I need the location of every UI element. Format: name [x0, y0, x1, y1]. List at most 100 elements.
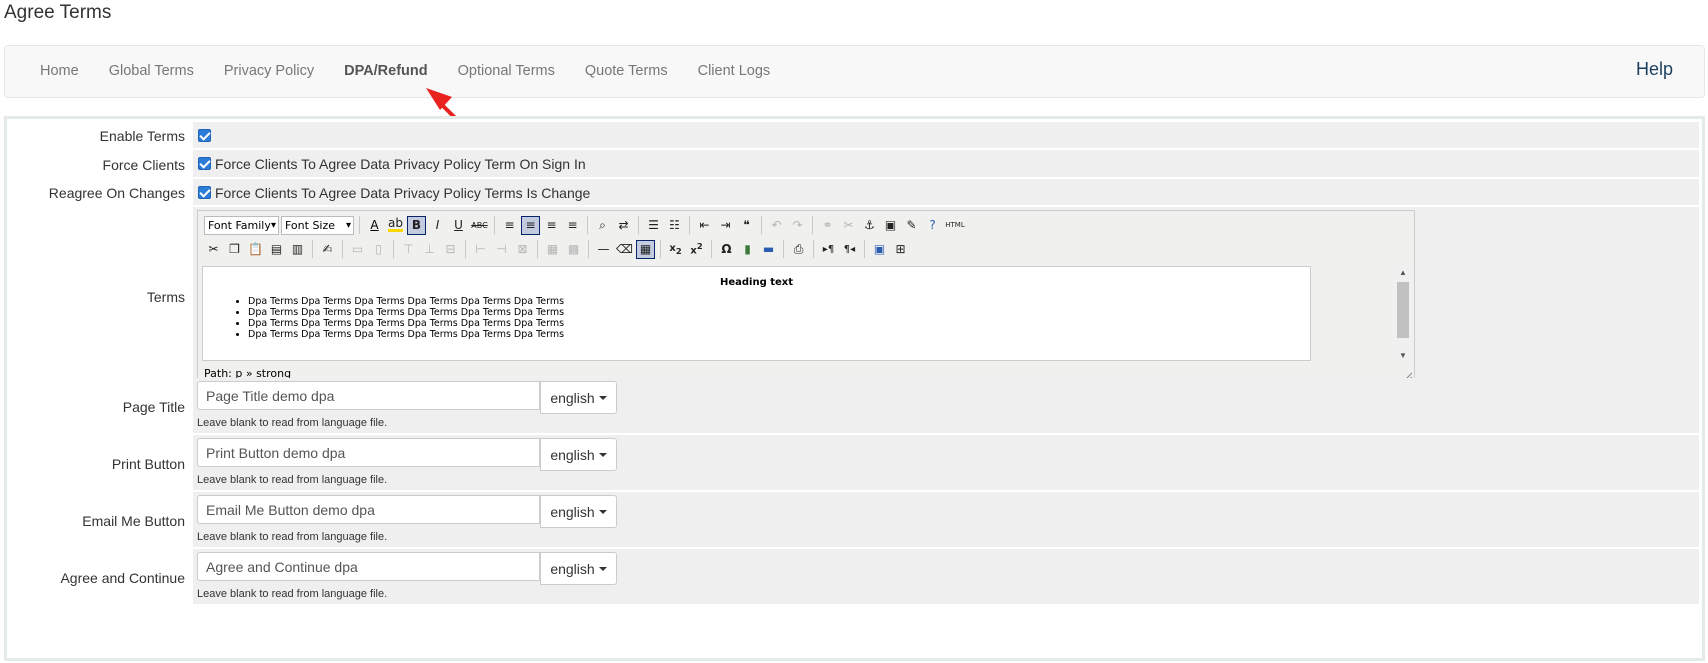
blockquote-icon[interactable]: ❝ — [737, 216, 756, 235]
nav-item-global-terms[interactable]: Global Terms — [94, 46, 209, 97]
field-reagree: Force Clients To Agree Data Privacy Poli… — [193, 179, 1699, 207]
font-family-select[interactable]: Font Family — [204, 215, 279, 235]
undo-icon[interactable]: ↶ — [767, 216, 786, 235]
toolbar-separator — [465, 240, 466, 258]
reagree-checkbox[interactable] — [198, 186, 211, 199]
caret-down-icon — [598, 509, 607, 514]
superscript-icon[interactable]: x2 — [687, 240, 706, 259]
nav-item-home[interactable]: Home — [25, 46, 94, 97]
redo-icon[interactable]: ↷ — [788, 216, 807, 235]
caret-down-icon — [598, 452, 607, 457]
field-force-clients: Force Clients To Agree Data Privacy Poli… — [193, 150, 1699, 179]
italic-icon[interactable]: I — [428, 216, 447, 235]
media-icon[interactable]: ▮ — [738, 240, 757, 259]
font-color-icon[interactable]: A — [365, 216, 384, 235]
indent-icon[interactable]: ⇥ — [716, 216, 735, 235]
force-clients-checkbox[interactable] — [198, 157, 211, 170]
visual-aid-icon[interactable]: ▦ — [636, 239, 655, 259]
insert-row-after-icon[interactable]: ⊥ — [420, 240, 439, 259]
copy-icon[interactable]: ❐ — [225, 240, 244, 259]
bullet-list-icon[interactable]: ☰ — [644, 216, 663, 235]
paste-icon[interactable]: 📋 — [246, 240, 265, 259]
nav-item-client-logs[interactable]: Client Logs — [683, 46, 786, 97]
cell-props-icon[interactable]: ▯ — [369, 240, 388, 259]
page-title-input[interactable] — [197, 381, 540, 410]
editor-scrollbar[interactable]: ▲ ▼ — [1396, 266, 1410, 361]
cleanup-icon[interactable]: ✎ — [902, 216, 921, 235]
delete-row-icon[interactable]: ⊟ — [441, 240, 460, 259]
find-icon[interactable]: ⌕ — [593, 216, 612, 235]
align-justify-icon[interactable]: ≡ — [563, 216, 582, 235]
force-clients-text: Force Clients To Agree Data Privacy Poli… — [215, 156, 586, 172]
field-print-button: english Leave blank to read from languag… — [193, 435, 1699, 492]
row-page-title: Page Title english Leave blank to read f… — [10, 378, 1699, 435]
special-char-icon[interactable]: Ω — [717, 240, 736, 259]
subscript-icon[interactable]: x2 — [666, 240, 685, 259]
merge-cells-icon[interactable]: ▩ — [564, 240, 583, 259]
fullscreen-icon[interactable]: ▣ — [870, 240, 889, 259]
nav-item-privacy-policy[interactable]: Privacy Policy — [209, 46, 329, 97]
insert-col-before-icon[interactable]: ⊢ — [471, 240, 490, 259]
label-agree-continue: Agree and Continue — [10, 549, 193, 606]
image-icon[interactable]: ▣ — [881, 216, 900, 235]
align-right-icon[interactable]: ≡ — [542, 216, 561, 235]
cut-icon[interactable]: ✂ — [204, 240, 223, 259]
help-link[interactable]: Help — [1636, 46, 1673, 92]
delete-col-icon[interactable]: ⊠ — [513, 240, 532, 259]
row-print-button: Print Button english Leave blank to read… — [10, 435, 1699, 492]
print-icon[interactable]: ⎙ — [789, 240, 808, 259]
underline-icon[interactable]: U — [449, 216, 468, 235]
row-email-button: Email Me Button english Leave blank to r… — [10, 492, 1699, 549]
nav-item-dpa-refund[interactable]: DPA/Refund — [329, 46, 443, 97]
scroll-up-icon[interactable]: ▲ — [1399, 268, 1407, 277]
toolbar-separator — [783, 240, 784, 258]
email-button-language-dropdown[interactable]: english — [540, 495, 617, 528]
field-page-title: english Leave blank to read from languag… — [193, 378, 1699, 435]
numbered-list-icon[interactable]: ☷ — [665, 216, 684, 235]
email-button-input[interactable] — [197, 495, 540, 524]
page-title-language-dropdown[interactable]: english — [540, 381, 617, 414]
list-item: Dpa Terms Dpa Terms Dpa Terms Dpa Terms … — [248, 307, 1310, 318]
edit-css-icon[interactable]: ✍ — [318, 240, 337, 259]
terms-form: Enable Terms Force Clients Force Clients… — [4, 116, 1705, 661]
scroll-down-icon[interactable]: ▼ — [1399, 351, 1407, 360]
language-label: english — [550, 503, 595, 520]
insert-layer-icon[interactable]: ▬ — [759, 240, 778, 259]
row-force-clients: Force Clients Force Clients To Agree Dat… — [10, 150, 1699, 179]
print-button-language-dropdown[interactable]: english — [540, 438, 617, 471]
horizontal-rule-icon[interactable]: — — [594, 240, 613, 259]
rtl-icon[interactable]: ¶◂ — [840, 240, 859, 259]
insert-row-before-icon[interactable]: ⊤ — [399, 240, 418, 259]
agree-continue-language-dropdown[interactable]: english — [540, 552, 617, 585]
strikethrough-icon[interactable]: ABC — [470, 216, 489, 235]
bold-icon[interactable]: B — [407, 215, 426, 235]
html-source-icon[interactable]: HTML — [944, 216, 966, 235]
insert-col-after-icon[interactable]: ⊣ — [492, 240, 511, 259]
anchor-icon[interactable]: ⚓ — [860, 216, 879, 235]
split-cells-icon[interactable]: ▦ — [543, 240, 562, 259]
scroll-thumb[interactable] — [1397, 282, 1409, 338]
row-props-icon[interactable]: ▭ — [348, 240, 367, 259]
nav-item-optional-terms[interactable]: Optional Terms — [443, 46, 570, 97]
nav-item-quote-terms[interactable]: Quote Terms — [570, 46, 683, 97]
replace-icon[interactable]: ⇄ — [614, 216, 633, 235]
paste-text-icon[interactable]: ▤ — [267, 240, 286, 259]
editor-content-area[interactable]: Heading text Dpa Terms Dpa Terms Dpa Ter… — [202, 266, 1311, 361]
print-button-input[interactable] — [197, 438, 540, 467]
remove-format-icon[interactable]: ⌫ — [615, 240, 634, 259]
agree-continue-input[interactable] — [197, 552, 540, 581]
align-center-icon[interactable]: ≡ — [521, 215, 540, 235]
ltr-icon[interactable]: ▸¶ — [819, 240, 838, 259]
paste-word-icon[interactable]: ▥ — [288, 240, 307, 259]
help-icon[interactable]: ? — [923, 216, 942, 235]
toolbar-separator — [761, 216, 762, 234]
field-enable-terms — [193, 122, 1699, 150]
font-size-select[interactable]: Font Size — [281, 215, 354, 235]
align-left-icon[interactable]: ≡ — [500, 216, 519, 235]
link-icon[interactable]: ⚭ — [818, 216, 837, 235]
unlink-icon[interactable]: ✂ — [839, 216, 858, 235]
highlight-color-icon[interactable]: ab — [386, 216, 405, 235]
page-break-icon[interactable]: ⊞ — [891, 240, 910, 259]
enable-terms-checkbox[interactable] — [198, 129, 211, 142]
outdent-icon[interactable]: ⇤ — [695, 216, 714, 235]
